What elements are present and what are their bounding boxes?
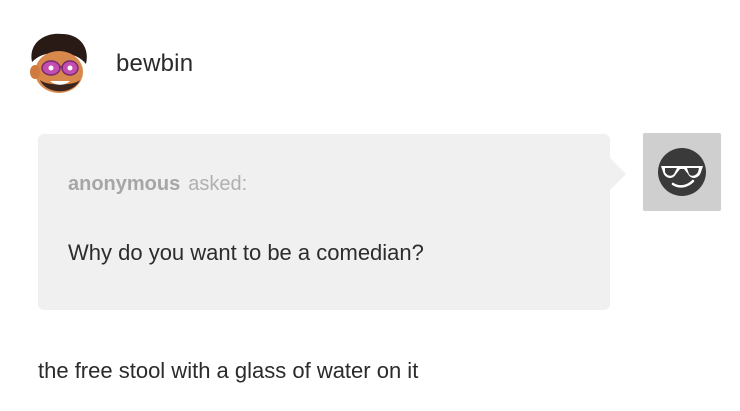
ask-box: anonymous asked: Why do you want to be a … [38,134,626,310]
question-text: Why do you want to be a comedian? [68,240,424,265]
sunglasses-face-icon [643,133,721,211]
cartoon-face-avatar-icon[interactable] [22,28,94,100]
post-header: bewbin [22,24,193,104]
asked-verb: asked: [188,173,248,195]
asker-line: anonymous asked: [68,173,247,196]
username[interactable]: bewbin [116,50,193,78]
answer-text: the free stool with a glass of water on … [38,358,419,383]
asker-name: anonymous [68,173,181,195]
